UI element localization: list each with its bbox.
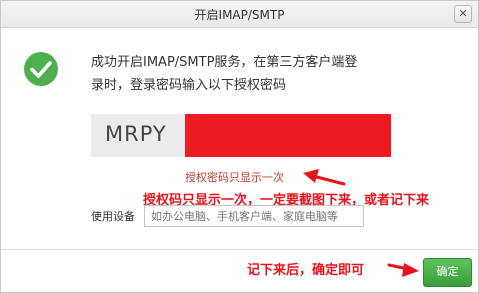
dialog-window: 开启IMAP/SMTP ✕ 成功开启IMAP/SMTP服务，在第三方客户端登 录… [0,0,479,293]
auth-code-text: MRPY [105,122,167,146]
redaction-block [185,114,391,157]
auth-code-hint: 授权密码只显示一次 [185,171,284,184]
annotation-note-confirm: 记下来后，确定即可 [247,263,365,278]
auth-code-box: MRPY [91,114,391,157]
confirm-button[interactable]: 确定 [423,258,472,287]
device-label: 使用设备 [91,210,135,223]
arrow-icon-hint [303,169,346,186]
check-circle-icon [24,52,58,86]
title-bar: 开启IMAP/SMTP ✕ [1,1,478,28]
close-icon: ✕ [458,7,468,20]
success-message: 成功开启IMAP/SMTP服务，在第三方客户端登 录时，登录密码输入以下授权密码 [91,51,391,97]
arrow-icon-confirm [387,263,419,277]
device-input[interactable] [144,205,364,227]
message-line-1: 成功开启IMAP/SMTP服务，在第三方客户端登 [91,55,358,70]
footer-divider [1,249,478,250]
window-title: 开启IMAP/SMTP [194,8,285,22]
message-line-2: 录时，登录密码输入以下授权密码 [91,78,287,93]
close-button[interactable]: ✕ [454,5,472,23]
